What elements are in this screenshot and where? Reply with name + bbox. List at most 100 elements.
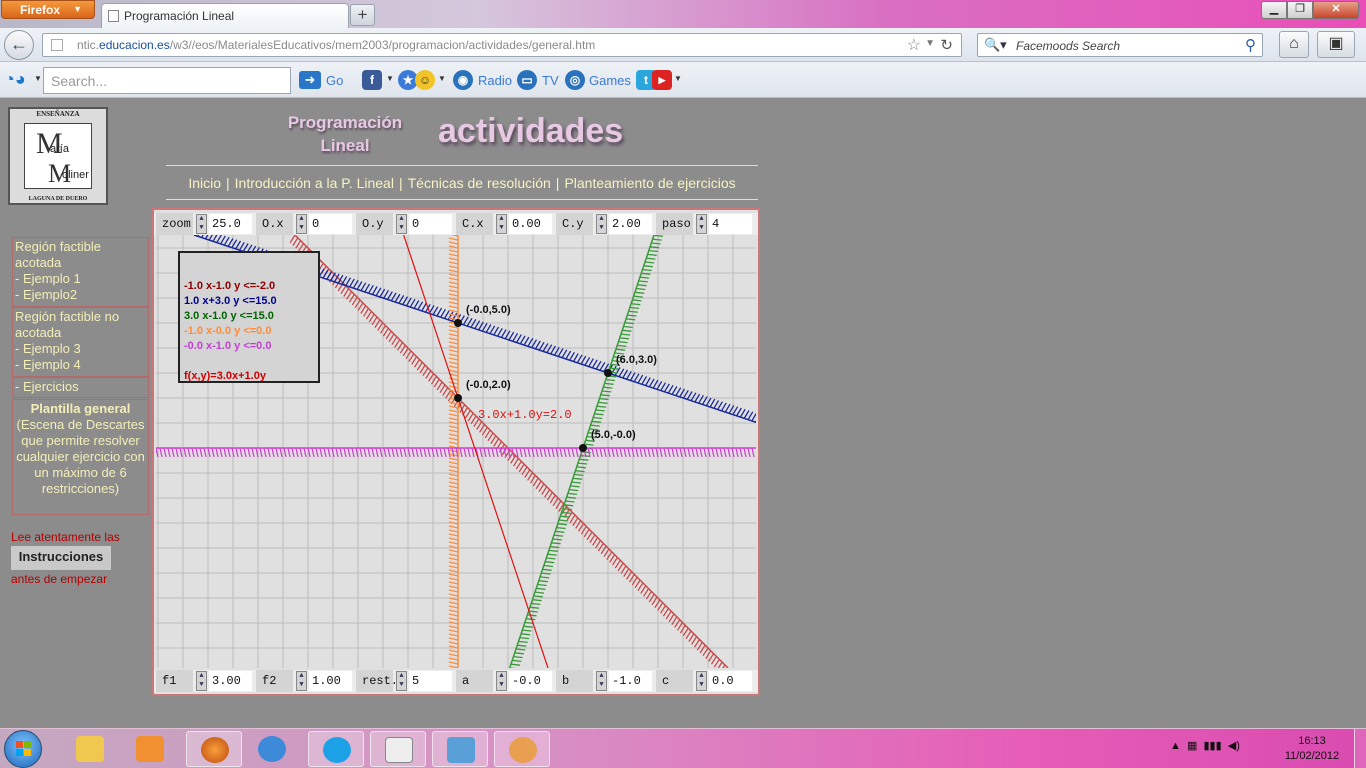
bookmark-star-icon[interactable]: ☆ — [907, 35, 921, 55]
reload-icon[interactable]: ↻ — [940, 36, 953, 54]
control-value-input[interactable]: 0 — [409, 214, 452, 234]
search-box[interactable]: 🔍▾ Facemoods Search ⚲ — [977, 33, 1263, 57]
control-value-input[interactable]: 0.00 — [509, 214, 552, 234]
nav-link-planteamiento[interactable]: Planteamiento de ejercicios — [564, 175, 735, 191]
spinner-arrows-icon[interactable]: ▲ ▼ — [696, 671, 707, 691]
logo-ring-bottom: LAGUNA DE DUERO — [28, 196, 88, 202]
sidebar-group-acotada: Región factible acotada - Ejemplo 1 - Ej… — [12, 237, 149, 307]
control-value-input[interactable]: 0.0 — [709, 671, 752, 691]
chevron-down-icon[interactable]: ▼ — [438, 74, 446, 83]
go-button[interactable]: Go — [326, 73, 343, 88]
taskbar-picture-viewer[interactable] — [432, 731, 488, 767]
instructions-prompt: Lee atentamente las — [11, 530, 120, 544]
chevron-down-icon[interactable]: ▼ — [34, 74, 42, 83]
games-link[interactable]: Games — [589, 73, 631, 88]
spinner-arrows-icon[interactable]: ▲ ▼ — [196, 214, 207, 234]
sidebar-group-title: acotada — [15, 325, 62, 340]
taskbar-explorer[interactable] — [62, 731, 118, 767]
page-title: Programación Lineal — [287, 113, 403, 155]
spinner-arrows-icon[interactable]: ▲ ▼ — [196, 671, 207, 691]
control-value-input[interactable]: 1.00 — [309, 671, 352, 691]
spinner-arrows-icon[interactable]: ▲ ▼ — [396, 214, 407, 234]
facebook-icon[interactable]: f — [362, 70, 382, 90]
sidebar-link-ejemplo-4[interactable]: - Ejemplo 4 — [15, 357, 146, 373]
school-logo: ENSEÑANZA M aría M oliner LAGUNA DE DUER… — [8, 107, 108, 205]
control-value-input[interactable]: 3.00 — [209, 671, 252, 691]
system-tray[interactable]: ▲ ▦ ▮▮▮ ◀) — [1170, 739, 1240, 752]
plot-area[interactable]: 3.0x+1.0y=2.0 (-0.0,5.0) (6.0,3.0) (-0.0,2.… — [156, 235, 756, 668]
instructions-button[interactable]: Instrucciones — [11, 546, 111, 570]
toolbar-search-input[interactable]: Search... — [43, 67, 291, 94]
spinner-arrows-icon[interactable]: ▲ ▼ — [296, 214, 307, 234]
clock-time: 16:13 — [1298, 735, 1326, 747]
tv-icon[interactable]: ▭ — [517, 70, 537, 90]
search-engine-icon[interactable]: 🔍▾ — [984, 37, 1007, 53]
radio-link[interactable]: Radio — [478, 73, 512, 88]
minimize-button[interactable]: ▁ — [1261, 1, 1287, 19]
youtube-icon[interactable]: ▶ — [652, 70, 672, 90]
logo-ring-top: ENSEÑANZA — [36, 110, 80, 118]
sidebar-link-ejemplo-3[interactable]: - Ejemplo 3 — [15, 341, 146, 357]
facemoods-logo-icon[interactable]: ◔◕ — [4, 70, 30, 90]
taskbar-firefox[interactable] — [186, 731, 242, 767]
clock[interactable]: 16:13 11/02/2012 — [1282, 734, 1342, 764]
maximize-button[interactable]: ❐ — [1287, 1, 1313, 19]
control-value-input[interactable]: 5 — [409, 671, 452, 691]
spinner-arrows-icon[interactable]: ▲ ▼ — [696, 214, 707, 234]
browser-tab[interactable]: Programación Lineal — [101, 3, 349, 28]
spinner-arrows-icon[interactable]: ▲ ▼ — [596, 671, 607, 691]
control-value-input[interactable]: 2.00 — [609, 214, 652, 234]
control-label: O.y — [356, 213, 393, 235]
taskbar-ie[interactable] — [244, 731, 300, 767]
taskbar-media-player[interactable] — [122, 731, 178, 767]
control-label: paso — [656, 213, 693, 235]
firefox-menu-button[interactable]: Firefox ▼ — [1, 0, 95, 19]
control-label: zoom — [156, 213, 193, 235]
control-label: f2 — [256, 670, 293, 692]
control-label: f1 — [156, 670, 193, 692]
controls_bottom-control: c ▲ ▼ 0.0 — [656, 670, 754, 692]
search-icon[interactable]: ⚲ — [1245, 36, 1256, 54]
nav-link-inicio[interactable]: Inicio — [188, 175, 221, 191]
spinner-arrows-icon[interactable]: ▲ ▼ — [496, 671, 507, 691]
control-value-input[interactable]: -0.0 — [509, 671, 552, 691]
show-desktop-button[interactable] — [1354, 729, 1366, 768]
smiley-icon[interactable]: ☺ — [415, 70, 435, 90]
new-tab-button[interactable]: + — [350, 4, 375, 26]
games-icon[interactable]: ◎ — [565, 70, 585, 90]
address-bar[interactable]: ntic.educacion.es/w3//eos/MaterialesEduc… — [42, 33, 962, 57]
radio-icon[interactable]: ◉ — [453, 70, 473, 90]
go-arrow-icon[interactable]: ➜ — [299, 71, 321, 89]
control-value-input[interactable]: -1.0 — [609, 671, 652, 691]
home-button[interactable]: ⌂ — [1279, 31, 1309, 58]
sidebar-link-ejercicios[interactable]: - Ejercicios — [12, 377, 149, 398]
chevron-down-icon[interactable]: ▼ — [674, 74, 682, 83]
spinner-arrows-icon[interactable]: ▲ ▼ — [496, 214, 507, 234]
spinner-arrows-icon[interactable]: ▲ ▼ — [596, 214, 607, 234]
spinner-arrows-icon[interactable]: ▲ ▼ — [396, 671, 407, 691]
addon-bar-button[interactable]: ▣ — [1317, 31, 1355, 58]
firefox-menu-label: Firefox — [20, 3, 61, 17]
sidebar-link-ejemplo-1[interactable]: - Ejemplo 1 — [15, 271, 146, 287]
taskbar-skype[interactable] — [308, 731, 364, 767]
nav-link-introduccion[interactable]: Introducción a la P. Lineal — [235, 175, 394, 191]
start-button[interactable] — [4, 730, 42, 768]
back-button[interactable]: ← — [4, 30, 34, 60]
taskbar-document[interactable] — [370, 731, 426, 767]
history-dropdown-icon[interactable]: ▼ — [925, 38, 935, 49]
sidebar-template[interactable]: Plantilla general (Escena de Descartes q… — [12, 399, 149, 515]
sidebar-link-ejemplo-2[interactable]: - Ejemplo2 — [15, 287, 146, 303]
taskbar-paint[interactable] — [494, 731, 550, 767]
controls_bottom-control: a ▲ ▼ -0.0 — [456, 670, 554, 692]
vertex-label-3: (-0.0,2.0) — [466, 379, 511, 391]
control-value-input[interactable]: 0 — [309, 214, 352, 234]
control-label: b — [556, 670, 593, 692]
chevron-down-icon[interactable]: ▼ — [386, 74, 394, 83]
control-value-input[interactable]: 25.0 — [209, 214, 252, 234]
close-window-button[interactable]: ✕ — [1313, 1, 1359, 19]
control-value-input[interactable]: 4 — [709, 214, 752, 234]
nav-link-tecnicas[interactable]: Técnicas de resolución — [408, 175, 551, 191]
site-identity-icon[interactable] — [51, 39, 63, 51]
tv-link[interactable]: TV — [542, 73, 559, 88]
spinner-arrows-icon[interactable]: ▲ ▼ — [296, 671, 307, 691]
